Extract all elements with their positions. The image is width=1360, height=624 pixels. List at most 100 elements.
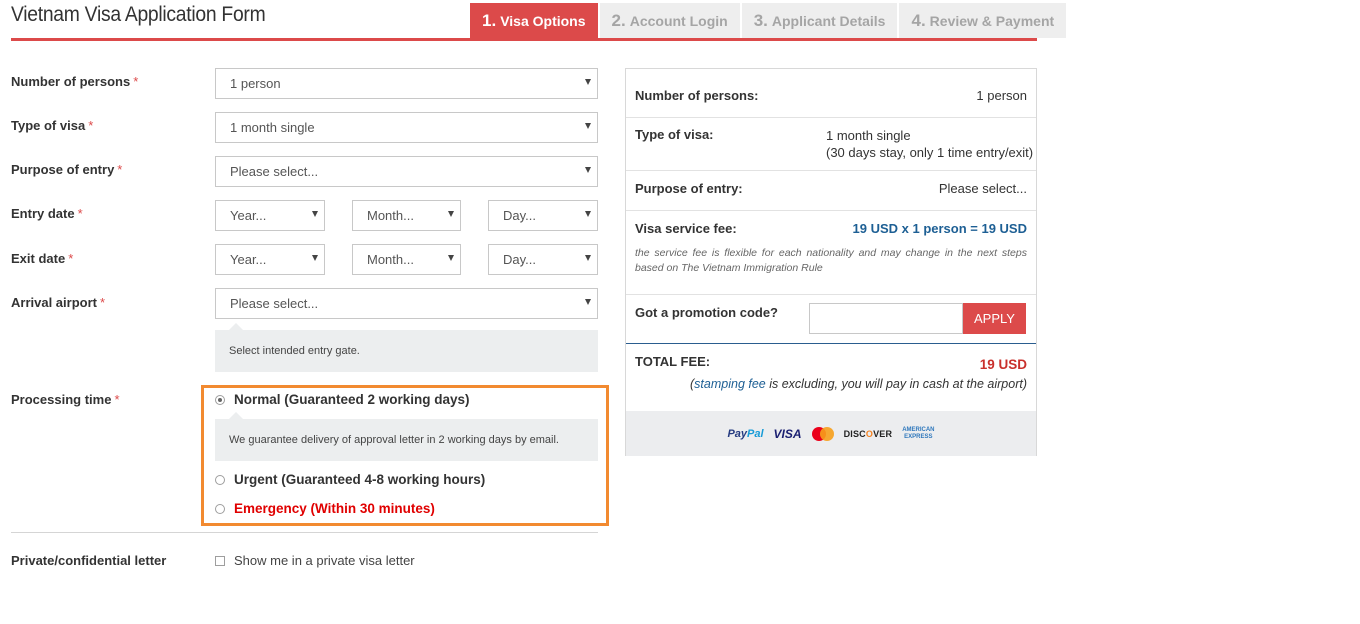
processing-normal-option[interactable]: Normal (Guaranteed 2 working days)	[215, 392, 470, 407]
page-title: Vietnam Visa Application Form	[11, 3, 266, 26]
label-text: Number of persons	[11, 74, 131, 89]
step-label: Applicant Details	[771, 12, 886, 29]
promo-code-input[interactable]	[809, 303, 963, 334]
select-value: Please select...	[230, 164, 319, 179]
apply-button[interactable]: APPLY	[963, 303, 1026, 334]
option-label: Normal (Guaranteed 2 working days)	[234, 392, 470, 407]
entry-year-select[interactable]: Year...	[215, 200, 325, 231]
summary-persons-row: Number of persons: 1 person	[626, 69, 1036, 118]
chevron-down-icon	[585, 79, 591, 85]
step-account-login[interactable]: 2. Account Login	[599, 3, 740, 38]
fee-summary-panel: Number of persons: 1 person Type of visa…	[625, 68, 1037, 456]
mastercard-logo	[811, 426, 834, 441]
purpose-of-entry-select[interactable]: Please select...	[215, 156, 598, 187]
radio-button[interactable]	[215, 394, 225, 405]
stamping-fee-link[interactable]: stamping fee	[694, 377, 766, 391]
exit-day-select[interactable]: Day...	[488, 244, 598, 275]
entry-month-select[interactable]: Month...	[352, 200, 461, 231]
select-value: Month...	[367, 252, 414, 267]
exit-month-select[interactable]: Month...	[352, 244, 461, 275]
label-text: Arrival airport	[11, 295, 97, 310]
required-mark: *	[77, 206, 83, 221]
step-review-payment[interactable]: 4. Review & Payment	[899, 3, 1067, 38]
chevron-down-icon	[312, 211, 318, 217]
header-divider	[11, 38, 1037, 41]
processing-emergency-option[interactable]: Emergency (Within 30 minutes)	[215, 501, 435, 516]
checkbox-label: Show me in a private visa letter	[234, 553, 415, 568]
number-of-persons-select[interactable]: 1 person	[215, 68, 598, 99]
type-of-visa-select[interactable]: 1 month single	[215, 112, 598, 143]
summary-visa-label: Type of visa:	[635, 127, 714, 142]
select-value: Please select...	[230, 296, 319, 311]
chevron-down-icon	[585, 299, 591, 305]
exit-year-select[interactable]: Year...	[215, 244, 325, 275]
summary-purpose-value: Please select...	[938, 181, 1027, 196]
private-letter-option[interactable]: Show me in a private visa letter	[215, 553, 415, 568]
discover-logo-text: DISC	[843, 428, 866, 439]
visa-value-line: 1 month single	[826, 128, 911, 143]
step-applicant-details[interactable]: 3. Applicant Details	[741, 3, 898, 38]
hint-arrow	[229, 323, 243, 330]
number-of-persons-label: Number of persons *	[11, 74, 138, 89]
label-text: Exit date	[11, 251, 66, 266]
arrival-airport-label: Arrival airport *	[11, 295, 105, 310]
discover-logo-text: VER	[873, 428, 893, 439]
select-value: Year...	[230, 208, 267, 223]
step-label: Account Login	[629, 12, 728, 29]
visa-logo: VISA	[773, 426, 802, 441]
promo-label: Got a promotion code?	[635, 305, 778, 320]
processing-time-label: Processing time *	[11, 392, 120, 407]
step-number: 4.	[911, 10, 926, 30]
option-label: Emergency (Within 30 minutes)	[234, 501, 435, 516]
required-mark: *	[68, 251, 74, 266]
option-label: Urgent (Guaranteed 4-8 working hours)	[234, 472, 486, 487]
summary-fee-label: Visa service fee:	[635, 221, 737, 236]
select-value: Year...	[230, 252, 267, 267]
amex-logo-text: AMERICAN	[902, 426, 935, 433]
radio-button[interactable]	[215, 503, 225, 514]
private-letter-checkbox[interactable]	[215, 555, 225, 566]
chevron-down-icon	[585, 255, 591, 261]
paypal-logo-text: Pay	[727, 427, 748, 440]
step-visa-options[interactable]: 1. Visa Options	[470, 3, 598, 38]
hint-arrow	[229, 412, 243, 419]
summary-persons-value: 1 person	[976, 88, 1027, 103]
required-mark: *	[88, 118, 94, 133]
paypal-logo-text: Pal	[747, 427, 764, 440]
required-mark: *	[114, 392, 120, 407]
visa-value-detail: (30 days stay, only 1 time entry/exit)	[826, 145, 1034, 160]
chevron-down-icon	[448, 211, 454, 217]
stamping-fee-note: (stamping fee is excluding, you will pay…	[690, 377, 1027, 391]
required-mark: *	[117, 162, 123, 177]
select-value: 1 month single	[230, 120, 315, 135]
step-number: 3.	[753, 10, 768, 30]
label-text: Purpose of entry	[11, 162, 115, 177]
processing-urgent-option[interactable]: Urgent (Guaranteed 4-8 working hours)	[215, 472, 485, 487]
label-text: Processing time	[11, 392, 112, 407]
entry-day-select[interactable]: Day...	[488, 200, 598, 231]
paypal-logo: PayPal	[727, 428, 763, 440]
section-divider	[11, 532, 598, 533]
discover-logo: DISCOVER	[844, 429, 893, 439]
label-text: Type of visa	[11, 118, 86, 133]
arrival-airport-select[interactable]: Please select...	[215, 288, 598, 319]
summary-promo-row: Got a promotion code? APPLY	[626, 295, 1036, 343]
entry-date-label: Entry date *	[11, 206, 83, 221]
chevron-down-icon	[312, 255, 318, 261]
required-mark: *	[99, 295, 106, 310]
purpose-of-entry-label: Purpose of entry *	[11, 162, 122, 177]
payment-methods: PayPal VISA DISCOVER AMERICAN EXPRESS	[626, 411, 1036, 456]
chevron-down-icon	[585, 211, 591, 217]
arrival-airport-hint: Select intended entry gate.	[215, 323, 598, 372]
type-of-visa-label: Type of visa *	[11, 118, 93, 133]
processing-normal-note: We guarantee delivery of approval letter…	[215, 412, 598, 461]
summary-visa-value: 1 month single (30 days stay, only 1 tim…	[826, 127, 1033, 161]
radio-button[interactable]	[215, 474, 225, 485]
american-express-logo: AMERICAN EXPRESS	[902, 427, 934, 441]
select-value: Day...	[503, 252, 536, 267]
summary-fee-note: the service fee is flexible for each nat…	[635, 247, 1027, 274]
select-value: 1 person	[230, 76, 281, 91]
step-label: Visa Options	[500, 12, 586, 29]
total-divider	[626, 343, 1036, 344]
summary-purpose-label: Purpose of entry:	[635, 181, 743, 196]
